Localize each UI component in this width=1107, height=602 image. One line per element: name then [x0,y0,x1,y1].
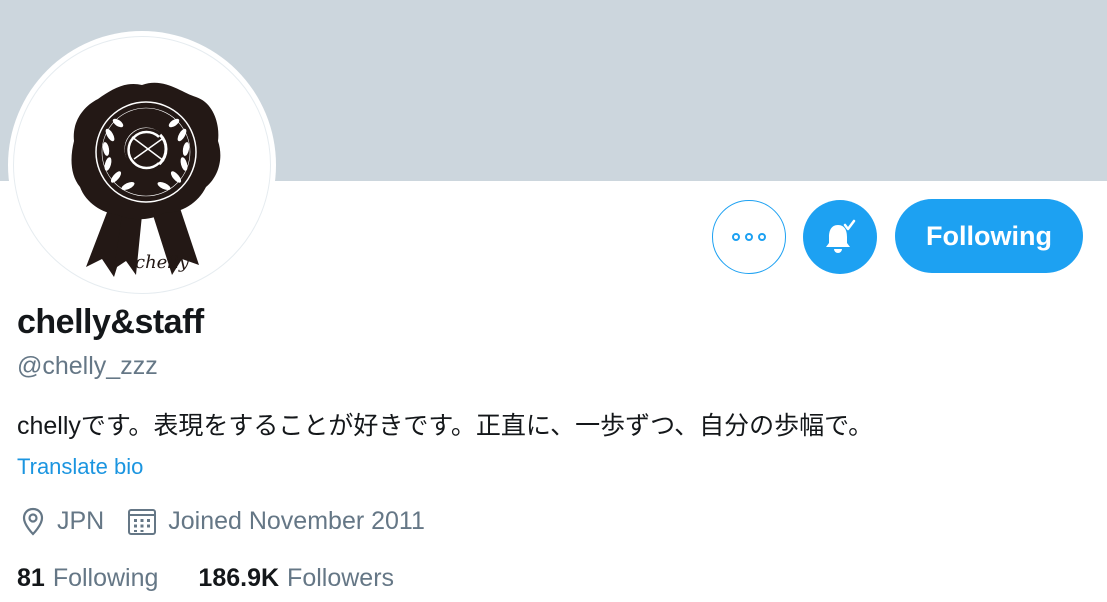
notifications-button[interactable] [803,200,877,274]
following-label: Following [52,563,159,592]
following-count-link[interactable]: 81 Following [17,564,158,593]
more-dots-icon-dot [745,233,753,241]
followers-count: 186.9K [198,563,280,592]
following-button[interactable]: Following [895,199,1083,273]
bell-check-icon [826,219,856,253]
joined-date: Joined November 2011 [168,506,425,535]
more-dots-icon [732,233,740,241]
translate-bio-link[interactable]: Translate bio [17,454,143,480]
following-count: 81 [17,563,45,592]
more-dots-icon-dot [758,233,766,241]
avatar-container: chelly [8,31,276,299]
avatar[interactable]: chelly [13,36,271,294]
display-name: chelly&staff [17,303,204,341]
followers-label: Followers [287,563,395,592]
svg-text:chelly: chelly [135,252,190,273]
follow-stats: 81 Following 186.9K Followers [17,560,394,596]
profile-meta: JPN Joined November 2011 [17,502,425,540]
location-pin-icon [17,505,49,537]
location-text: JPN [57,506,105,535]
profile-bio: chellyです。表現をすることが好きです。正直に、一歩ずつ、自分の歩幅で。 [17,412,874,440]
user-handle: @chelly_zzz [17,352,158,380]
more-options-button[interactable] [712,200,786,274]
calendar-icon [126,505,158,537]
avatar-logo-icon: chelly [71,82,221,277]
followers-count-link[interactable]: 186.9K Followers [198,564,394,593]
